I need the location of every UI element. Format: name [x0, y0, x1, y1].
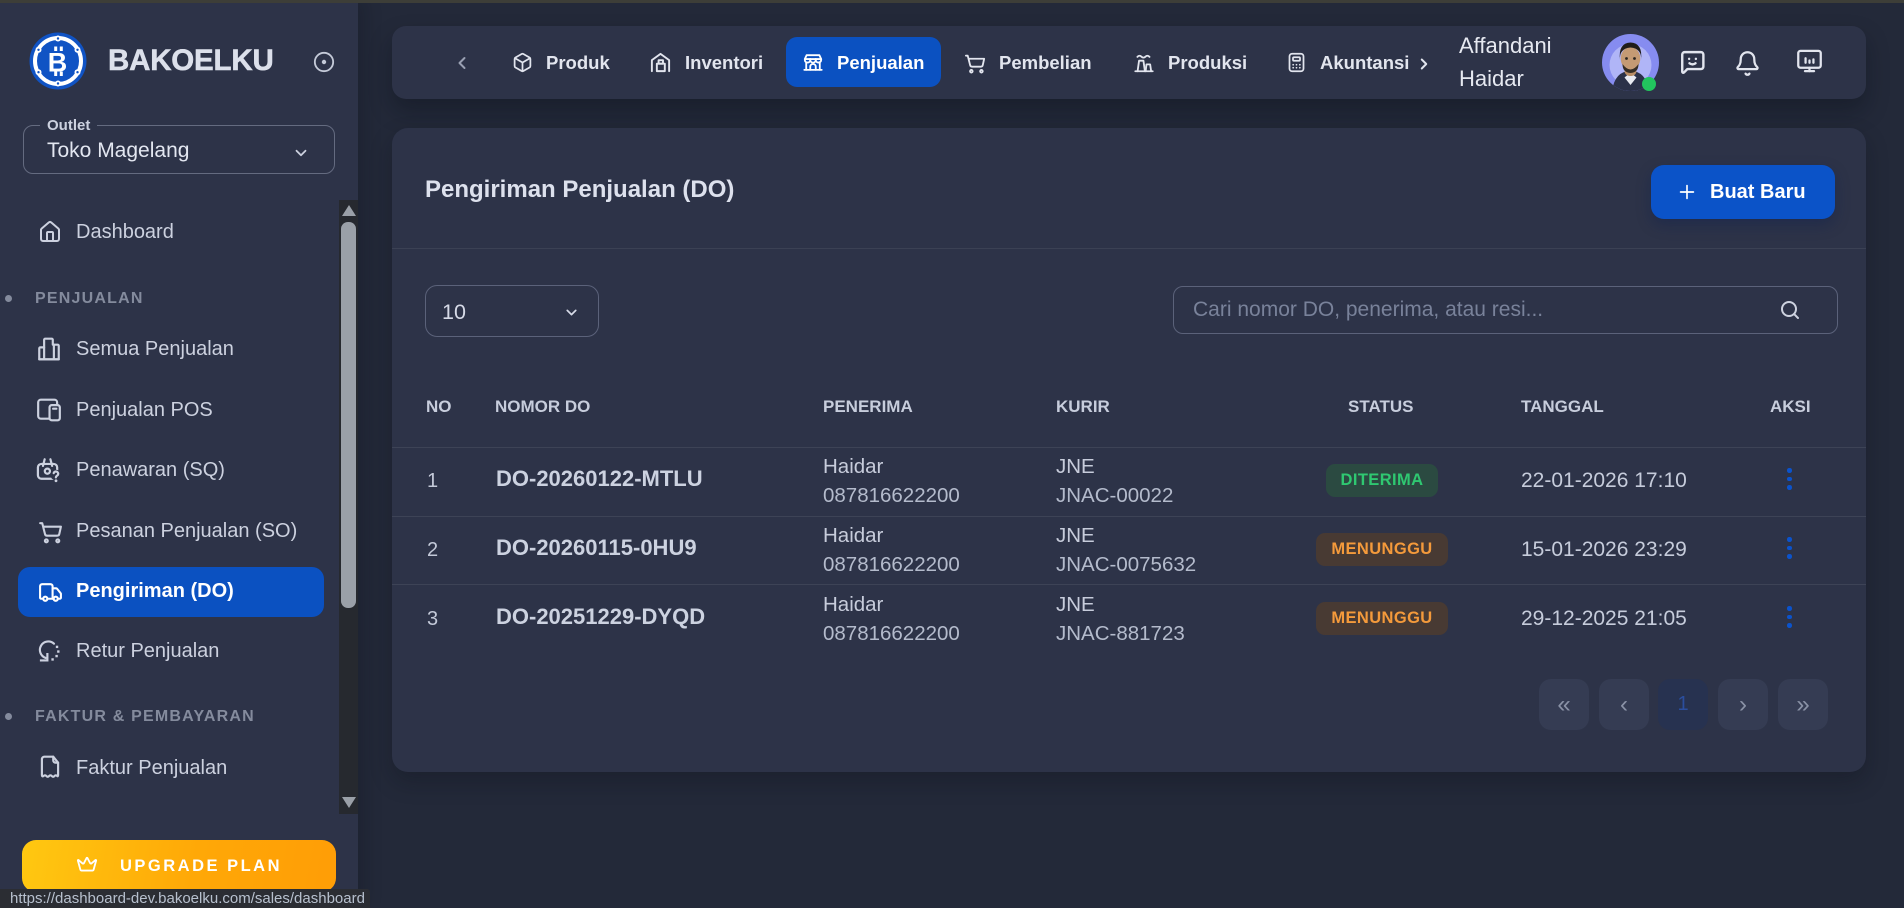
svg-text:B: B [48, 48, 68, 78]
